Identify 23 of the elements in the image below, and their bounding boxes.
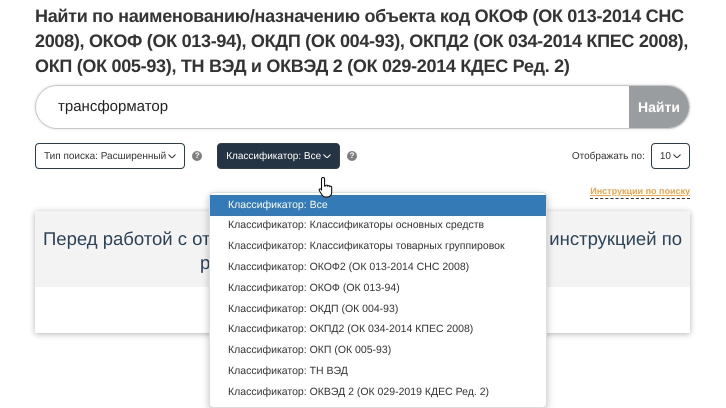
filter-dropdown[interactable]: Классификатор: Все bbox=[217, 143, 340, 169]
dropdown-item[interactable]: Классификатор: ТН ВЭД bbox=[210, 361, 546, 382]
dropdown-item[interactable]: Классификатор: ОКВЭД 2 (ОК 029-2019 КДЕС Ред. 2) bbox=[210, 382, 546, 403]
caret-icon bbox=[323, 154, 332, 158]
help-icon[interactable]: ? bbox=[192, 151, 202, 161]
dropdown-item[interactable]: Классификатор: ОКОФ (ОК 013-94) bbox=[210, 278, 546, 299]
page-title: Найти по наименованию/назначению объекта код ОКОФ (ОК 013-2014 СНС 2008), ОКОФ (ОК 013-94), ОКДП (ОК 004-93), ОКПД2 (ОК 034-2014 КПЕС 2008), ОКП (ОК 005-93), ТН ВЭД и ОКВЭД 2 (ОК 029-2014 КДЕС Ред. 2) bbox=[35, 5, 690, 78]
dropdown-item[interactable]: Классификатор: ОКП (ОК 005-93) bbox=[210, 340, 546, 362]
search-field[interactable]: трансформатор Найти bbox=[35, 85, 690, 129]
dropdown-item[interactable]: Классификатор: Классификаторы основных средств bbox=[210, 216, 546, 237]
dropdown-item[interactable]: Классификатор: ОКПД2 (ОК 034-2014 КПЕС 2008) bbox=[210, 320, 546, 341]
banner-text: Перед работой с от bbox=[43, 227, 211, 251]
dropdown-item[interactable]: Классификатор: ОКДП (ОК 004-93) bbox=[210, 298, 546, 320]
filter-dropdown[interactable]: Тип поиска: Расширенный bbox=[35, 143, 186, 169]
dropdown-item[interactable]: Классификатор: Все bbox=[210, 195, 546, 216]
help-icon[interactable]: ? bbox=[347, 151, 358, 161]
per-page-dropdown[interactable]: 10 bbox=[650, 143, 690, 169]
banner-text: инструкцией по bbox=[549, 227, 682, 251]
dropdown-item[interactable]: Классификатор: ОКОФ2 (ОК 013-2014 СНС 2008) bbox=[210, 257, 546, 278]
dropdown-item[interactable]: Классификатор: Классификаторы товарных группировок bbox=[210, 236, 546, 258]
per-page-label: Отображать по: bbox=[572, 150, 645, 164]
caret-icon bbox=[168, 154, 176, 158]
caret-icon bbox=[673, 154, 681, 158]
